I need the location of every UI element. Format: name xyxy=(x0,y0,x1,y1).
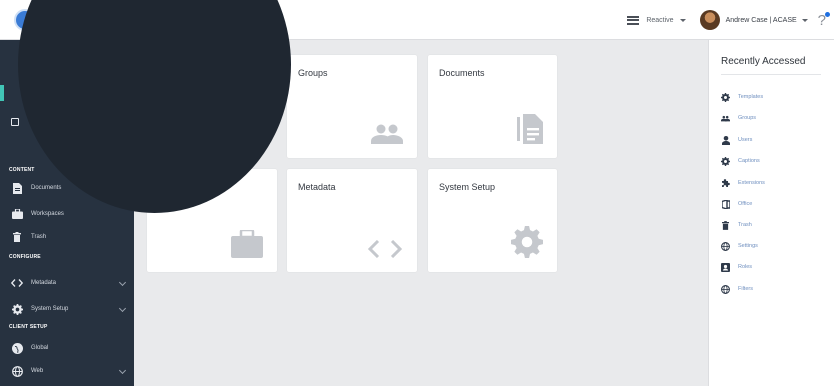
settings-icon xyxy=(721,241,730,251)
chevron-down-icon[interactable] xyxy=(118,278,127,287)
recent-item-office[interactable]: Office xyxy=(721,198,752,210)
active-item-accent xyxy=(0,85,4,101)
recent-item-label: Trash xyxy=(738,222,752,228)
recent-item-label: Office xyxy=(738,201,753,207)
recent-item-label: Groups xyxy=(738,115,757,121)
gear-icon xyxy=(511,226,543,258)
card-groups[interactable]: Groups xyxy=(287,55,417,158)
recent-item-users[interactable]: Users xyxy=(721,134,752,146)
sidebar-item-trash[interactable]: Trash xyxy=(0,228,134,246)
card-system-setup[interactable]: System Setup xyxy=(428,169,557,272)
code-icon xyxy=(11,277,23,289)
view-mode-label[interactable]: Reactive xyxy=(646,17,673,24)
recent-item-label: Roles xyxy=(738,264,753,270)
card-title: Documents xyxy=(439,68,485,78)
sidebar-item-label: Trash xyxy=(31,234,47,240)
card-title: System Setup xyxy=(439,182,496,192)
filter-icon xyxy=(721,284,730,294)
sidebar-item-label: Metadata xyxy=(31,280,57,286)
recent-item-label: Captions xyxy=(738,158,760,164)
sidebar-item-label: Documents xyxy=(31,185,62,191)
gear-icon xyxy=(721,92,730,102)
user-menu-caret-icon[interactable] xyxy=(801,18,808,22)
gear-icon xyxy=(11,303,23,315)
puzzle-icon xyxy=(721,178,730,188)
recent-item-extensions[interactable]: Extensions xyxy=(721,177,765,189)
user-avatar[interactable] xyxy=(699,10,720,30)
card-documents[interactable]: Documents xyxy=(428,55,557,158)
recent-item-settings[interactable]: Settings xyxy=(721,240,758,252)
sidebar-heading-configure: CONFIGURE xyxy=(9,254,41,260)
recent-item-label: Filters xyxy=(738,286,753,292)
sidebar-heading-content: CONTENT xyxy=(9,167,35,173)
recent-item-templates[interactable]: Templates xyxy=(721,91,763,103)
sidebar-item-web[interactable]: Web xyxy=(0,362,134,380)
user-icon xyxy=(721,135,730,145)
recent-item-label: Extensions xyxy=(738,180,765,186)
recently-accessed-panel: Recently Accessed Templates Groups Users… xyxy=(708,40,834,386)
card-metadata[interactable]: Metadata xyxy=(287,169,417,272)
chevron-down-icon[interactable] xyxy=(118,366,127,375)
sidebar-item-label: Global xyxy=(31,345,49,351)
sidebar-heading-client-setup: CLIENT SETUP xyxy=(9,324,48,330)
globe-icon xyxy=(11,342,23,354)
recent-item-captions[interactable]: Captions xyxy=(721,155,760,167)
card-title: Groups xyxy=(298,68,328,78)
divider xyxy=(721,74,821,75)
trash-icon xyxy=(721,220,730,230)
sidebar-item-global[interactable]: Global xyxy=(0,339,134,357)
sidebar-item-system-setup[interactable]: System Setup xyxy=(0,300,134,318)
groups-icon xyxy=(371,124,403,144)
code-icon xyxy=(367,240,403,258)
roles-icon xyxy=(721,262,730,272)
notification-dot xyxy=(825,11,830,17)
groups-icon xyxy=(721,114,730,123)
top-bar-right: Reactive Andrew Case | ACASE ? xyxy=(627,0,834,40)
sidebar-item-metadata[interactable]: Metadata xyxy=(0,274,134,292)
view-mode-icon[interactable] xyxy=(627,15,640,25)
recent-item-label: Settings xyxy=(738,243,758,249)
card-title: Metadata xyxy=(298,182,336,192)
sidebar-item-workspaces[interactable]: Workspaces xyxy=(0,205,134,223)
document-icon xyxy=(11,182,23,194)
user-menu-label[interactable]: Andrew Case | ACASE xyxy=(726,17,797,24)
recently-accessed-title: Recently Accessed xyxy=(721,56,806,67)
recent-item-groups[interactable]: Groups xyxy=(721,112,756,124)
gear-icon xyxy=(721,156,730,166)
recent-item-filters[interactable]: Filters xyxy=(721,283,753,295)
trash-icon xyxy=(11,231,23,243)
help-button[interactable]: ? xyxy=(818,11,830,28)
sidebar-item-label: Workspaces xyxy=(31,211,64,217)
sidebar-partial-icon[interactable] xyxy=(11,118,19,126)
office-icon xyxy=(721,199,730,209)
view-mode-caret-icon[interactable] xyxy=(679,18,686,22)
briefcase-icon xyxy=(11,208,23,220)
briefcase-icon xyxy=(231,230,263,258)
recent-item-label: Templates xyxy=(738,94,764,100)
sidebar-item-label: Web xyxy=(31,368,44,374)
recent-item-trash[interactable]: Trash xyxy=(721,219,752,231)
web-icon xyxy=(11,365,23,377)
sidebar-item-label: System Setup xyxy=(31,306,69,312)
recent-item-label: Users xyxy=(738,137,753,143)
document-icon xyxy=(517,114,543,144)
recent-item-roles[interactable]: Roles xyxy=(721,261,752,273)
chevron-down-icon[interactable] xyxy=(118,304,127,313)
